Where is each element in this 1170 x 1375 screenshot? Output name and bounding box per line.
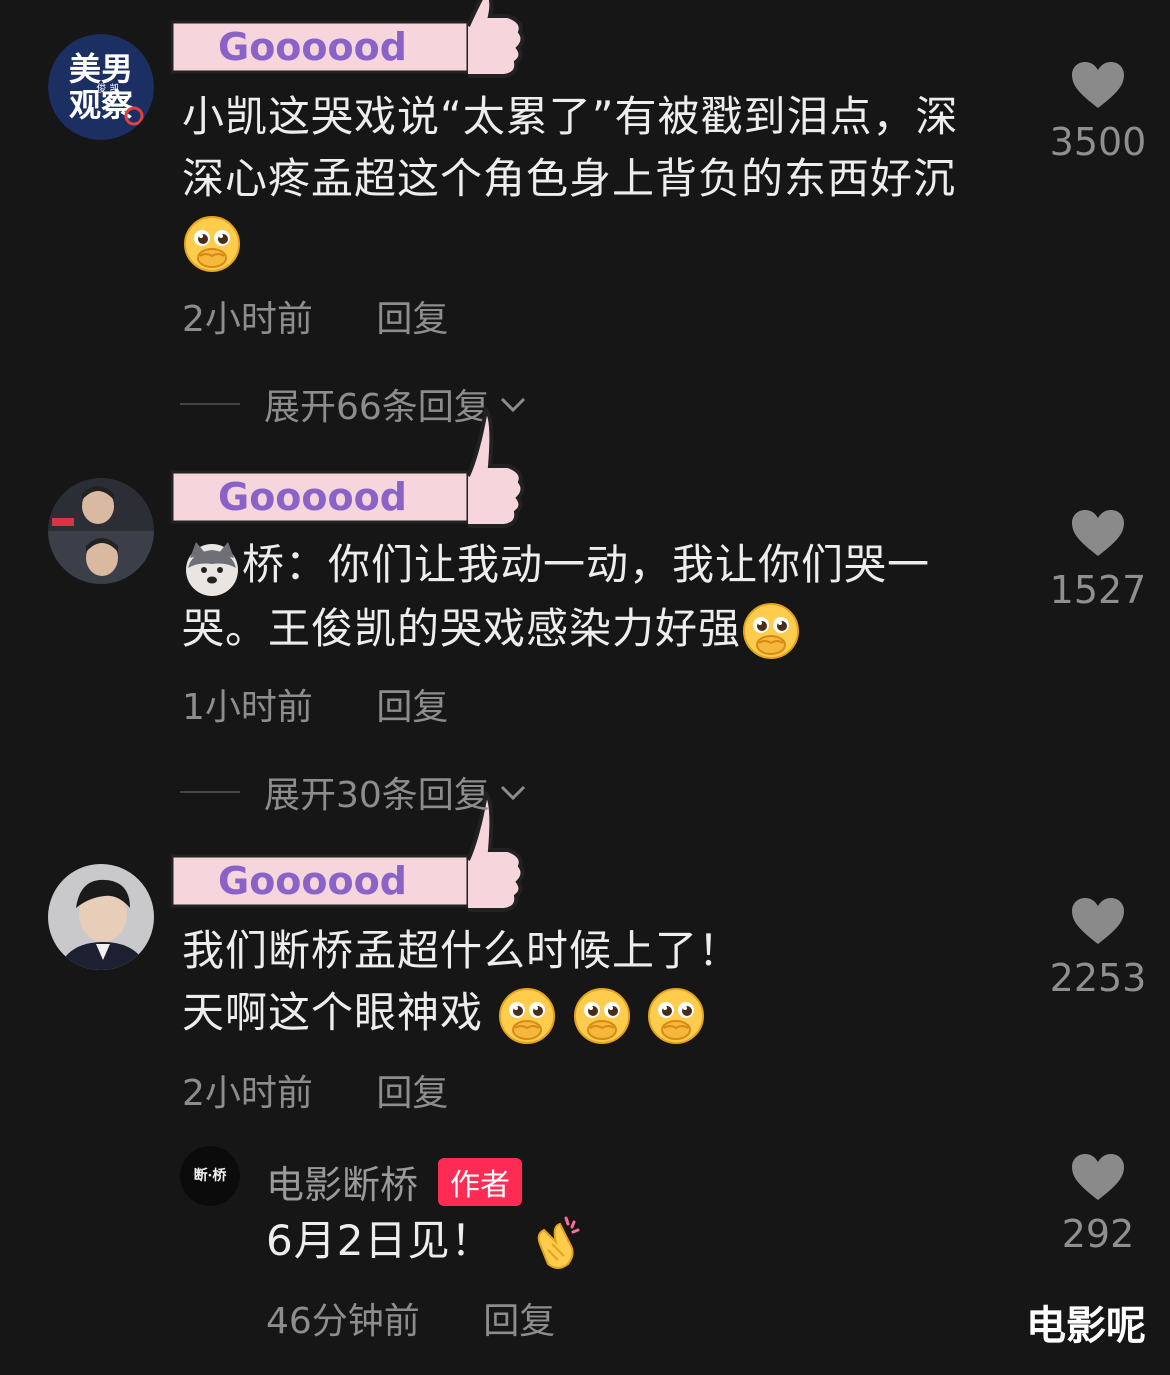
like-button[interactable]: 3500: [1028, 60, 1168, 164]
divider-line: [180, 791, 240, 793]
username[interactable]: 电影断桥: [266, 1154, 418, 1209]
clapping-hands-icon: [526, 1214, 586, 1274]
reply-button[interactable]: 回复: [376, 1073, 448, 1114]
crying-emoji-icon: [497, 986, 557, 1046]
chevron-down-icon: [500, 397, 525, 413]
heart-icon: [1070, 896, 1126, 946]
author-name-row: 电影断桥 作者: [266, 1154, 523, 1209]
sticker-text: Goooood: [218, 475, 407, 519]
comment-text-line: 哭。王俊凯的哭戏感染力好强: [182, 603, 742, 653]
reply-meta: 46分钟前 回复: [266, 1292, 555, 1344]
comment-time: 2小时前: [182, 1073, 313, 1114]
avatar[interactable]: 美男 观察 俊 凯: [48, 34, 154, 140]
reply-button[interactable]: 回复: [376, 687, 448, 728]
comment-text: 小凯这哭戏说“太累了”有被戳到泪点，深 深心疼孟超这个角色身上背负的东西好沉: [182, 86, 1012, 274]
heart-icon: [1070, 1152, 1126, 1202]
comment-meta: 2小时前 回复: [182, 290, 448, 342]
heart-icon: [1070, 508, 1126, 558]
like-button[interactable]: 292: [1028, 1152, 1168, 1256]
avatar-text: 俊 凯: [96, 82, 119, 95]
like-button[interactable]: 2253: [1028, 896, 1168, 1000]
author-avatar[interactable]: 断·桥: [180, 1146, 240, 1206]
thumbs-up-sticker: Goooood: [168, 0, 528, 100]
comment-meta: 1小时前 回复: [182, 678, 448, 730]
comment-text: 桥：你们让我动一动，我让你们哭一 哭。王俊凯的哭戏感染力好强: [182, 534, 1012, 661]
avatar-text: 美男: [69, 50, 133, 88]
comment-text-line: 我们断桥孟超什么时候上了！: [182, 926, 742, 975]
expand-replies-label: 展开30条回复: [264, 775, 490, 816]
expand-replies-button[interactable]: 展开30条回复: [180, 766, 528, 818]
comment-text-line: 桥：你们让我动一动，我让你们哭一: [242, 540, 931, 589]
avatar[interactable]: [48, 478, 154, 584]
comment-time: 1小时前: [182, 687, 313, 728]
reply-time: 46分钟前: [266, 1301, 420, 1342]
avatar[interactable]: [48, 864, 154, 970]
comment-text-line: 深心疼孟超这个角色身上背负的东西好沉: [182, 154, 957, 203]
like-count: 2253: [1049, 956, 1147, 1000]
like-count: 292: [1061, 1212, 1135, 1256]
doge-emoji-icon: [182, 538, 242, 598]
sticker-text: Goooood: [218, 25, 407, 69]
author-badge: 作者: [438, 1157, 523, 1206]
reply-button[interactable]: 回复: [483, 1301, 555, 1342]
chevron-down-icon: [500, 785, 525, 801]
like-count: 3500: [1049, 120, 1147, 164]
comment-text: 我们断桥孟超什么时候上了！ 天啊这个眼神戏: [182, 920, 1012, 1046]
like-count: 1527: [1049, 568, 1147, 612]
comment-meta: 2小时前 回复: [182, 1064, 448, 1116]
watermark: 电影呢: [1026, 1303, 1146, 1349]
crying-emoji-icon: [741, 601, 801, 661]
heart-icon: [1070, 60, 1126, 110]
crying-emoji-icon: [182, 214, 242, 274]
comment-text-line: 天啊这个眼神戏: [182, 988, 484, 1037]
sticker-text: Goooood: [218, 859, 407, 903]
reply-text: 6月2日见！: [266, 1210, 586, 1274]
expand-replies-label: 展开66条回复: [264, 387, 490, 428]
crying-emoji-icon: [646, 986, 706, 1046]
reply-button[interactable]: 回复: [376, 299, 448, 340]
crying-emoji-icon: [572, 986, 632, 1046]
avatar-text: 断·桥: [194, 1167, 228, 1184]
reply-text-line: 6月2日见！: [266, 1216, 494, 1265]
comment-time: 2小时前: [182, 299, 313, 340]
expand-replies-button[interactable]: 展开66条回复: [180, 378, 528, 430]
divider-line: [180, 403, 240, 405]
thumbs-up-sticker: Goooood: [168, 789, 528, 934]
like-button[interactable]: 1527: [1028, 508, 1168, 612]
